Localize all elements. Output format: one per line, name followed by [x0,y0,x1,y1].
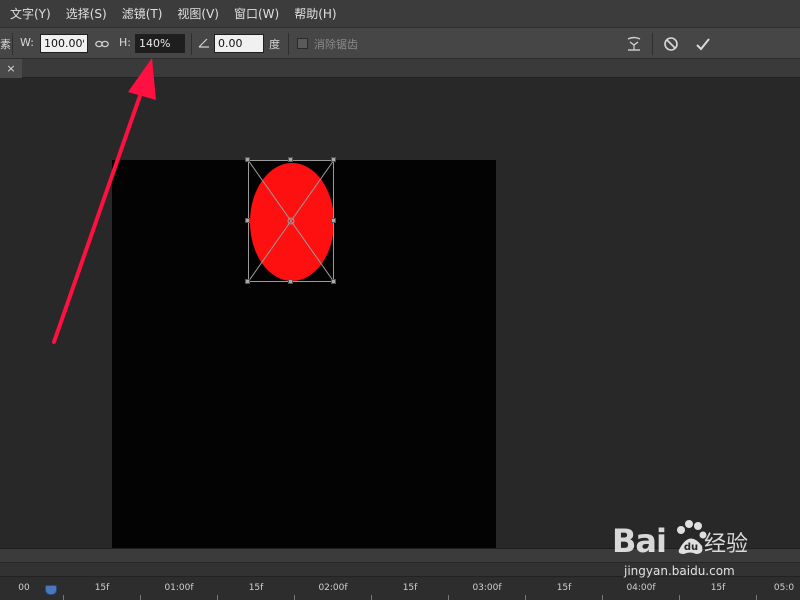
timeline-tick [679,595,680,600]
height-label: H: [119,36,131,49]
menu-bar: 文字(Y) 选择(S) 滤镜(T) 视图(V) 窗口(W) 帮助(H) [0,0,800,27]
timeline-label: 02:00f [318,583,348,593]
commit-checkmark-icon[interactable] [693,34,713,54]
transform-handle-left[interactable] [245,218,250,223]
menu-view[interactable]: 视图(V) [177,5,219,22]
transform-handle-bottom[interactable] [288,279,293,284]
timeline-tick [294,595,295,600]
menu-type[interactable]: 文字(Y) [10,5,51,22]
menu-filter[interactable]: 滤镜(T) [122,5,163,22]
watermark-url: jingyan.baidu.com [624,564,735,578]
timeline-label: 15f [556,583,572,593]
workspace [0,78,800,550]
transform-handle-bottom-left[interactable] [245,279,250,284]
timeline-label: 15f [248,583,264,593]
tab-close-button[interactable]: × [0,59,22,78]
width-label: W: [20,36,34,49]
transform-handle-bottom-right[interactable] [331,279,336,284]
transform-handle-top-right[interactable] [331,157,336,162]
baidu-jingyan-watermark: Baiddu du 经验 jingyan.baidu.com [612,512,792,590]
height-input[interactable] [135,34,185,53]
timeline-tick [525,595,526,600]
angle-input[interactable] [214,34,264,53]
timeline-label: 03:00f [472,583,502,593]
menu-help[interactable]: 帮助(H) [294,5,336,22]
timeline-tick [371,595,372,600]
playhead-icon[interactable] [45,585,57,595]
separator [652,33,653,55]
separator [288,33,289,55]
antialias-checkbox[interactable] [297,38,308,49]
separator [191,33,192,55]
timeline-tick [756,595,757,600]
timeline-tick [602,595,603,600]
timeline-label: 15f [94,583,110,593]
transform-diagonals [248,160,334,282]
timeline-label: 00 [18,583,30,593]
width-input[interactable] [40,34,88,53]
transform-handle-top[interactable] [288,157,293,162]
transform-bounding-box[interactable] [245,157,336,284]
menu-select[interactable]: 选择(S) [66,5,107,22]
cancel-icon[interactable] [661,34,681,54]
separator [12,33,13,55]
document-canvas[interactable] [112,157,496,550]
options-bar: 素 W: H: 度 消除锯齿 [0,27,800,59]
reference-point-label: 素 [0,38,11,51]
timeline-tick [217,595,218,600]
timeline-tick [448,595,449,600]
menu-window[interactable]: 窗口(W) [234,5,279,22]
chain-link-icon[interactable] [95,37,109,51]
timeline-label: 01:00f [164,583,194,593]
transform-handle-right[interactable] [331,218,336,223]
timeline-label: 15f [402,583,418,593]
watermark-chinese: 经验 [704,532,749,557]
document-tab-strip: × [0,59,800,78]
angle-icon [197,36,211,50]
transform-handle-top-left[interactable] [245,157,250,162]
timeline-tick [140,595,141,600]
baidu-paw-icon: du [677,520,707,554]
warp-mode-icon[interactable] [624,34,644,54]
angle-unit: 度 [269,38,280,51]
svg-text:du: du [684,542,698,553]
antialias-label: 消除锯齿 [314,38,358,51]
timeline-tick [63,595,64,600]
